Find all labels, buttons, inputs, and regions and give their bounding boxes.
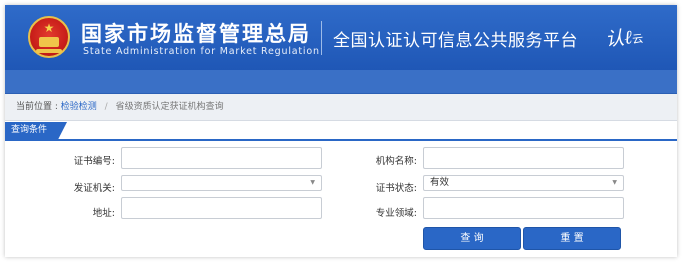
nav-bar xyxy=(5,70,677,94)
tab-query-conditions[interactable]: 查询条件 xyxy=(5,122,67,139)
search-button[interactable]: 查 询 xyxy=(423,227,521,250)
breadcrumb-separator: / xyxy=(104,102,108,112)
breadcrumb-link-inspection[interactable]: 检验检测 xyxy=(61,102,97,112)
cert-status-value: 有效 xyxy=(430,177,450,188)
page-frame: ★ 国家市场监督管理总局 State Administration for Ma… xyxy=(5,5,677,257)
org-name-en: State Administration for Market Regulati… xyxy=(83,46,320,57)
national-emblem-icon: ★ xyxy=(28,16,70,58)
breadcrumb: 当前位置 : 检验检测 / 省级资质认定获证机构查询 xyxy=(5,94,677,121)
org-name-input[interactable] xyxy=(423,147,624,169)
org-name-label: 机构名称: xyxy=(375,156,417,167)
breadcrumb-current: 省级资质认定获证机构查询 xyxy=(115,102,224,112)
cert-number-label: 证书编号: xyxy=(73,156,115,167)
professional-field-label: 专业领域: xyxy=(375,208,417,219)
query-tab-bar: 查询条件 xyxy=(5,122,677,141)
org-name-cn: 国家市场监督管理总局 xyxy=(81,22,311,46)
cert-number-input[interactable] xyxy=(121,147,322,169)
issuing-authority-label: 发证机关: xyxy=(73,183,115,194)
header-banner: ★ 国家市场监督管理总局 State Administration for Ma… xyxy=(5,5,677,70)
renzheng-cloud-logo-icon: 认ℓ云 xyxy=(604,26,644,51)
address-input[interactable] xyxy=(121,197,322,219)
address-label: 地址: xyxy=(92,208,115,219)
cert-status-select[interactable]: 有效 xyxy=(423,175,624,191)
cert-status-label: 证书状态: xyxy=(375,183,417,194)
header-divider xyxy=(321,21,322,55)
professional-field-input[interactable] xyxy=(423,197,624,219)
reset-button[interactable]: 重 置 xyxy=(523,227,621,250)
platform-title: 全国认证认可信息公共服务平台 xyxy=(333,31,578,51)
issuing-authority-select[interactable] xyxy=(121,175,322,191)
breadcrumb-prefix: 当前位置 : xyxy=(16,102,58,112)
